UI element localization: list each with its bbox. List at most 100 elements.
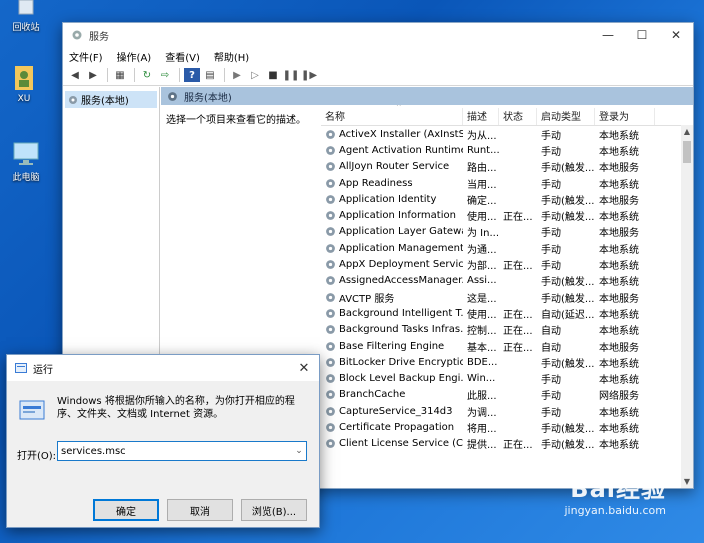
close-button[interactable]: ✕: [659, 28, 693, 42]
service-gear-icon: [326, 243, 335, 253]
menu-view[interactable]: 查看(V): [165, 49, 200, 64]
restart-service-icon[interactable]: ❚▶: [301, 68, 317, 82]
table-row[interactable]: ActiveX Installer (AxInstSV) 为从... 手动 本地系统: [321, 126, 693, 142]
service-startup-type: 手动(触发...: [541, 440, 595, 452]
start-service-icon[interactable]: ▶: [229, 68, 245, 82]
export-list-icon[interactable]: ⇨: [157, 68, 173, 82]
service-description: Runt...: [467, 144, 499, 156]
table-row[interactable]: AssignedAccessManager... Assi... 手动(触发... 本…: [321, 273, 693, 289]
help-icon[interactable]: ?: [184, 68, 200, 82]
service-name: Application Information: [321, 210, 463, 221]
service-name: App Readiness: [321, 178, 463, 189]
stop-service-icon[interactable]: ■: [265, 68, 281, 82]
open-input[interactable]: services.msc ⌄: [57, 441, 307, 461]
desktop-icon-this-pc[interactable]: 此电脑: [2, 138, 50, 183]
table-row[interactable]: Background Tasks Infras... 控制... 正在... 自动 本地…: [321, 322, 693, 338]
refresh-icon[interactable]: ↻: [139, 68, 155, 82]
service-description: 为调...: [467, 407, 497, 419]
forward-arrow-icon[interactable]: ▶: [85, 68, 101, 82]
browse-button[interactable]: 浏览(B)...: [241, 499, 307, 521]
tree-item-services-local[interactable]: 服务(本地): [65, 91, 157, 108]
ok-button[interactable]: 确定: [93, 499, 159, 521]
service-name-text: Certificate Propagation: [339, 421, 455, 433]
scroll-thumb[interactable]: [683, 141, 691, 163]
start-service-alt-icon[interactable]: ▷: [247, 68, 263, 82]
service-gear-icon: [326, 325, 335, 335]
service-description: 为从...: [467, 130, 497, 142]
scroll-down-icon[interactable]: ▼: [681, 477, 693, 486]
service-name-text: Base Filtering Engine: [339, 340, 445, 352]
table-row[interactable]: App Readiness 当用... 手动 本地系统: [321, 175, 693, 191]
service-name: BranchCache: [321, 389, 463, 400]
console-tree-icon[interactable]: ▦: [112, 68, 128, 82]
service-log-on-as: 本地系统: [599, 212, 639, 224]
service-name-text: App Readiness: [339, 177, 413, 189]
chevron-down-icon[interactable]: ⌄: [292, 446, 306, 456]
service-name: BitLocker Drive Encryptio...: [321, 357, 463, 368]
table-row[interactable]: Block Level Backup Engi... Win... 手动 本地系统: [321, 370, 693, 386]
cancel-button[interactable]: 取消: [167, 499, 233, 521]
column-header-status[interactable]: 状态: [499, 108, 537, 125]
back-arrow-icon[interactable]: ◀: [67, 68, 83, 82]
service-status: 正在...: [503, 326, 533, 338]
service-name-text: AssignedAccessManager...: [339, 275, 463, 287]
properties-icon[interactable]: ▤: [202, 68, 218, 82]
service-status: 正在...: [503, 212, 533, 224]
service-log-on-as: 本地系统: [599, 277, 639, 289]
maximize-button[interactable]: ☐: [625, 28, 659, 42]
service-log-on-as: 本地服务: [599, 163, 639, 175]
run-title-bar[interactable]: 运行 ✕: [7, 355, 319, 381]
service-log-on-as: 本地服务: [599, 293, 639, 305]
service-gear-icon: [326, 276, 335, 286]
service-startup-type: 手动: [541, 146, 561, 158]
desktop-icon-recycle-bin[interactable]: 回收站: [2, 0, 50, 33]
table-row[interactable]: Base Filtering Engine 基本... 正在... 自动 本地服务: [321, 338, 693, 354]
title-bar[interactable]: 服务 — ☐ ✕: [63, 23, 693, 47]
vertical-scrollbar[interactable]: ▲ ▼: [681, 125, 693, 488]
table-row[interactable]: Client License Service (Cli... 提供... 正在...…: [321, 436, 693, 452]
toolbar-divider: [179, 68, 180, 82]
table-row[interactable]: Application Layer Gatewa... 为 In... 手动 本地服务: [321, 224, 693, 240]
column-header-log-on-as[interactable]: 登录为: [595, 108, 655, 125]
service-startup-type: 手动: [541, 261, 561, 273]
table-row[interactable]: Background Intelligent T... 使用... 正在... 自动(…: [321, 305, 693, 321]
services-gear-icon: [168, 91, 177, 101]
column-header-name[interactable]: 名称: [321, 108, 463, 125]
table-row[interactable]: Agent Activation Runtime... Runt... 手动 本地系统: [321, 142, 693, 158]
service-description: BDE...: [467, 356, 498, 368]
service-gear-icon: [326, 309, 335, 318]
run-dialog-title: 运行: [33, 364, 53, 376]
minimize-button[interactable]: —: [591, 28, 625, 42]
table-row[interactable]: Application Information 使用... 正在... 手动(触发..…: [321, 207, 693, 223]
table-row[interactable]: Application Management 为通... 手动 本地系统: [321, 240, 693, 256]
service-gear-icon: [326, 357, 335, 367]
service-name: AllJoyn Router Service: [321, 161, 463, 172]
table-row[interactable]: BitLocker Drive Encryptio... BDE... 手动(触发.…: [321, 354, 693, 370]
column-header-description[interactable]: 描述: [463, 108, 499, 125]
table-row[interactable]: BranchCache 此服... 手动 网络服务: [321, 387, 693, 403]
service-name-text: BitLocker Drive Encryptio...: [339, 356, 463, 368]
pause-service-icon[interactable]: ❚❚: [283, 68, 300, 82]
run-close-button[interactable]: ✕: [289, 361, 319, 376]
service-log-on-as: 本地系统: [599, 179, 639, 191]
table-row[interactable]: Application Identity 确定... 手动(触发... 本地服务: [321, 191, 693, 207]
table-row[interactable]: Certificate Propagation 将用... 手动(触发... 本地系统: [321, 419, 693, 435]
table-row[interactable]: CaptureService_314d3 为调... 手动 本地系统: [321, 403, 693, 419]
table-row[interactable]: AVCTP 服务 这是... 手动(触发... 本地服务: [321, 289, 693, 305]
table-row[interactable]: AppX Deployment Servic... 为部... 正在... 手动 本地系…: [321, 256, 693, 272]
service-name-text: CaptureService_314d3: [339, 405, 453, 417]
column-header-startup-type[interactable]: 启动类型: [537, 108, 595, 125]
services-list: ⌃ 名称 描述 状态 启动类型 登录为 ActiveX Installer (A…: [321, 105, 693, 488]
menu-action[interactable]: 操作(A): [117, 49, 152, 64]
service-gear-icon: [326, 211, 335, 221]
open-input-value[interactable]: services.msc: [61, 446, 292, 457]
desktop-icon-user[interactable]: XU: [0, 62, 48, 104]
table-row[interactable]: AllJoyn Router Service 路由... 手动(触发... 本地服务: [321, 159, 693, 175]
user-folder-icon: [9, 62, 39, 92]
service-log-on-as: 本地服务: [599, 228, 639, 240]
toolbar-divider: [134, 68, 135, 82]
scroll-up-icon[interactable]: ▲: [681, 127, 693, 136]
menu-file[interactable]: 文件(F): [69, 49, 103, 64]
menu-help[interactable]: 帮助(H): [214, 49, 249, 64]
service-log-on-as: 本地系统: [599, 423, 639, 435]
